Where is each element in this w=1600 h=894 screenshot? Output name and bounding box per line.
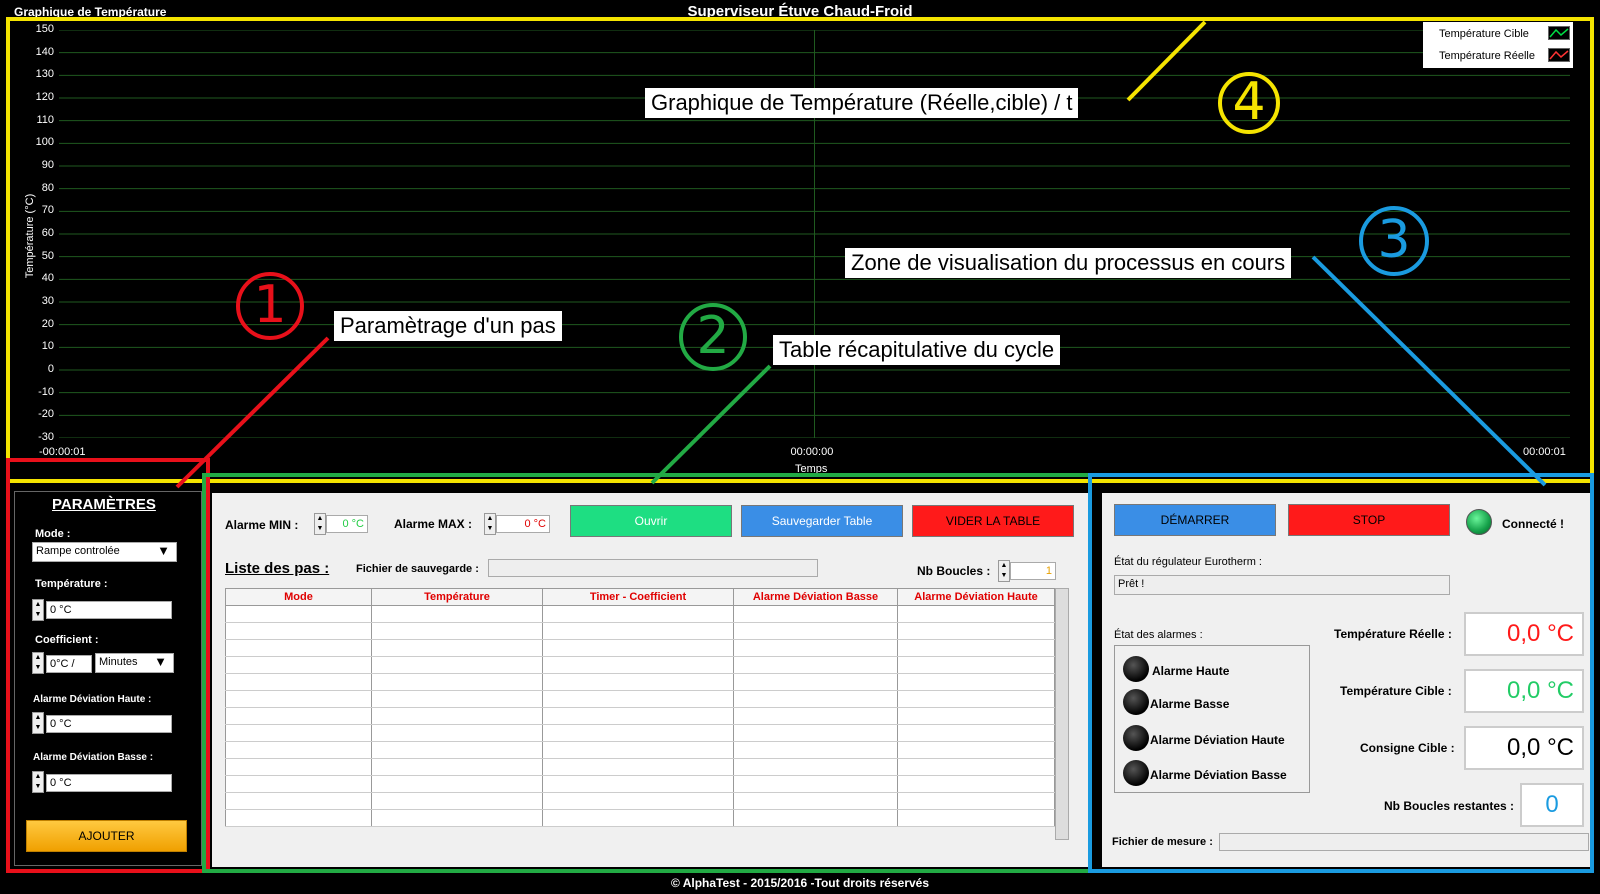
annotation-lines <box>175 20 1547 489</box>
yellow-leader-line <box>1126 20 1207 102</box>
annotation-params: Paramètrage d'un pas <box>334 311 562 341</box>
annotation-number-1: 1 <box>236 272 304 340</box>
annotation-number-2: 2 <box>679 303 747 371</box>
annotation-graph: Graphique de Température (Réelle,cible) … <box>645 88 1079 118</box>
annotation-process: Zone de visualisation du processus en co… <box>845 248 1292 278</box>
annotation-number-3: 3 <box>1359 206 1429 276</box>
annotation-number-4: 4 <box>1218 72 1280 134</box>
blue-leader-line <box>1311 255 1547 487</box>
annotation-table: Table récapitulative du cycle <box>773 335 1061 365</box>
red-leader-line <box>175 336 330 489</box>
green-leader-line <box>650 364 772 485</box>
